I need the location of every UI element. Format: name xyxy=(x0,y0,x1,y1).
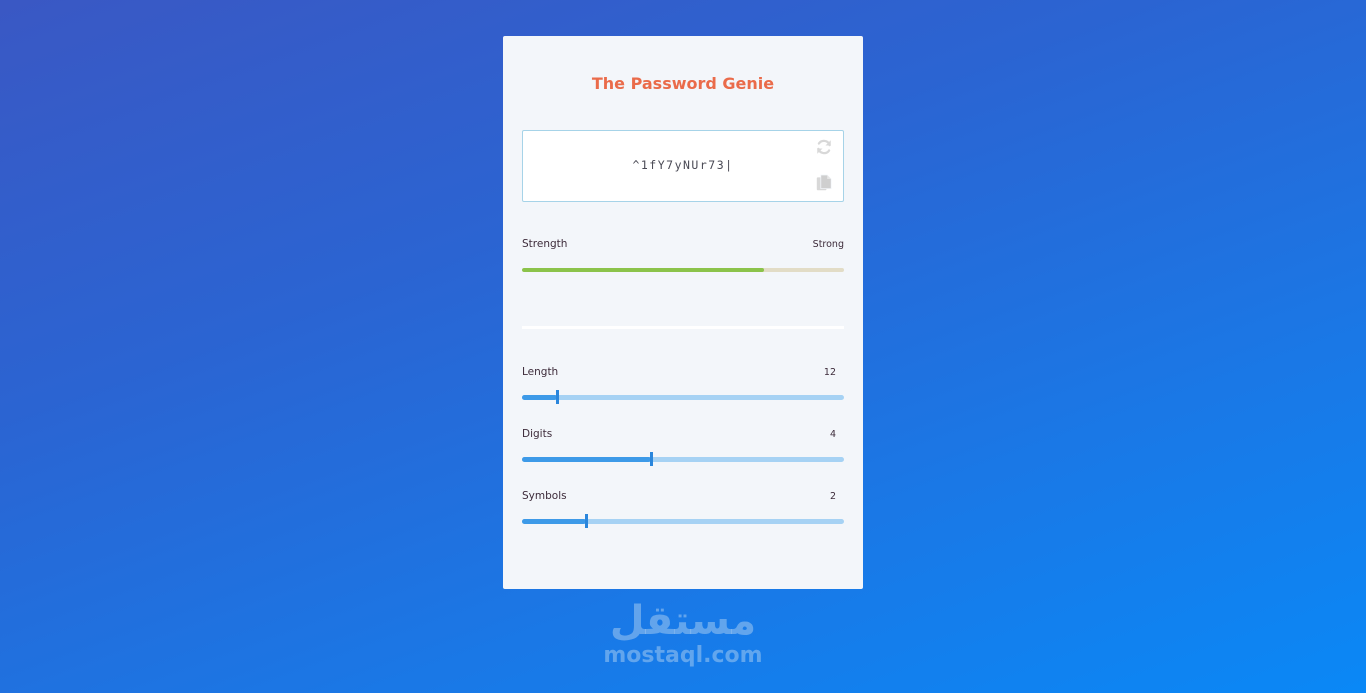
digits-slider[interactable] xyxy=(522,452,844,466)
length-slider-thumb[interactable] xyxy=(556,390,560,404)
strength-meter xyxy=(522,268,844,272)
strength-row: Strength Strong xyxy=(522,238,844,250)
symbols-label: Symbols xyxy=(522,490,567,502)
symbols-slider[interactable] xyxy=(522,514,844,528)
watermark-logo: مستقل mostaql.com xyxy=(600,598,766,668)
length-label: Length xyxy=(522,366,559,378)
digits-slider-thumb[interactable] xyxy=(649,452,653,466)
strength-meter-fill xyxy=(522,268,764,272)
divider xyxy=(522,326,844,329)
copy-icon xyxy=(816,174,832,191)
copy-button[interactable] xyxy=(814,173,834,193)
symbols-row: Symbols 2 xyxy=(522,490,844,502)
refresh-icon xyxy=(817,139,831,155)
watermark-arabic: مستقل xyxy=(609,598,757,644)
digits-label: Digits xyxy=(522,428,553,440)
length-row: Length 12 xyxy=(522,366,844,378)
symbols-value: 2 xyxy=(829,490,836,502)
length-slider[interactable] xyxy=(522,390,844,404)
symbols-slider-fill xyxy=(522,519,587,524)
password-text: ^1fY7yNUr73| xyxy=(632,158,734,172)
strength-value: Strong xyxy=(812,238,844,250)
password-display: ^1fY7yNUr73| xyxy=(522,130,844,202)
symbols-slider-thumb[interactable] xyxy=(585,514,589,528)
strength-label: Strength xyxy=(522,238,568,250)
digits-value: 4 xyxy=(829,428,836,440)
watermark-latin: mostaql.com xyxy=(603,643,763,668)
digits-row: Digits 4 xyxy=(522,428,844,440)
password-generator-card: The Password Genie ^1fY7yNUr73| Strength… xyxy=(503,36,863,589)
length-value: 12 xyxy=(823,366,836,378)
digits-slider-fill xyxy=(522,457,651,462)
length-slider-fill xyxy=(522,395,558,400)
app-title: The Password Genie xyxy=(591,74,775,93)
refresh-button[interactable] xyxy=(814,137,834,157)
